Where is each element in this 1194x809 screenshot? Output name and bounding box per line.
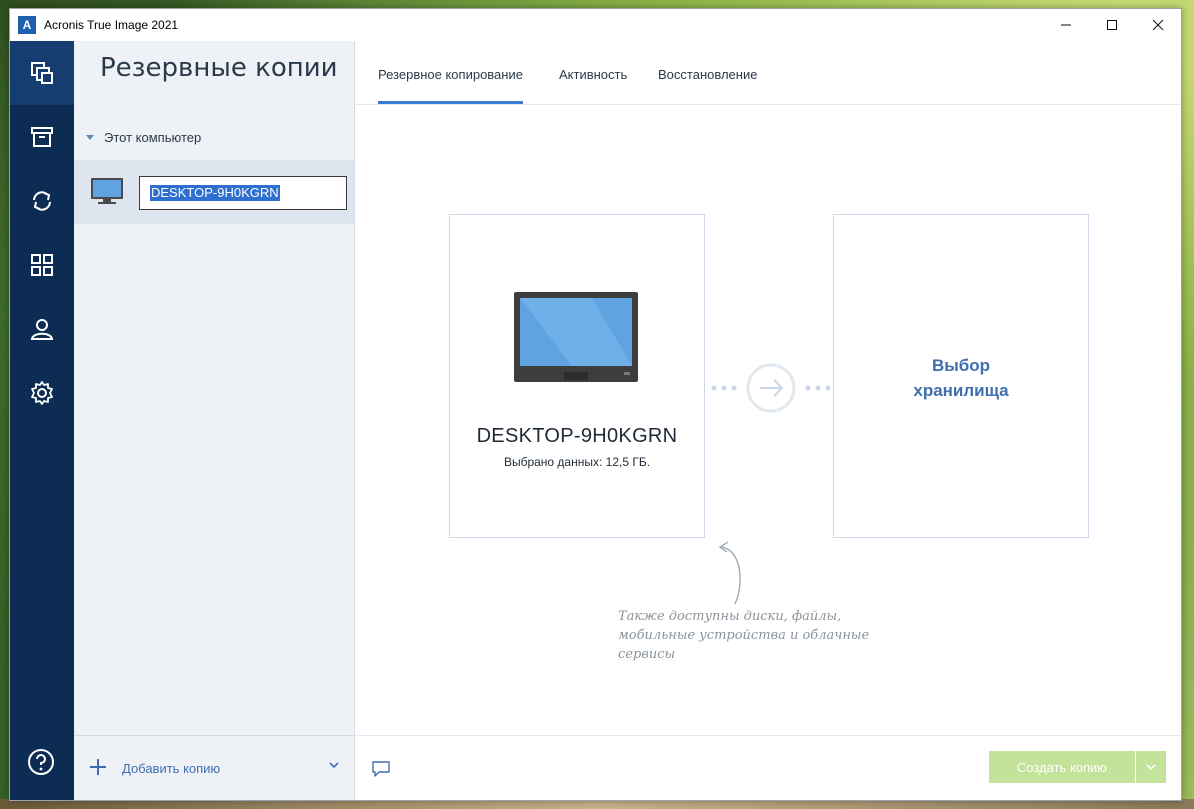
- tab-activity[interactable]: Активность: [559, 67, 627, 101]
- source-card[interactable]: DESKTOP-9H0KGRN Выбрано данных: 12,5 ГБ.: [449, 214, 705, 538]
- create-backup-dropdown[interactable]: [1136, 751, 1166, 783]
- help-button[interactable]: [26, 747, 56, 782]
- caret-down-icon: [86, 135, 94, 140]
- panel-title: Резервные копии: [100, 53, 338, 83]
- user-icon: [30, 319, 54, 340]
- add-backup-dropdown[interactable]: [328, 758, 340, 776]
- copies-icon: [31, 62, 53, 84]
- main-footer: Создать копию: [356, 735, 1181, 800]
- nav-settings[interactable]: [10, 361, 74, 425]
- nav-tools[interactable]: [10, 233, 74, 297]
- backup-name-selection: DESKTOP-9H0KGRN: [150, 185, 280, 201]
- backup-list-item[interactable]: DESKTOP-9H0KGRN: [74, 160, 354, 224]
- close-button[interactable]: [1135, 9, 1181, 41]
- panel-footer: Добавить копию: [74, 735, 354, 800]
- group-this-computer[interactable]: Этот компьютер: [86, 130, 201, 145]
- nav-account[interactable]: [10, 297, 74, 361]
- close-icon: [1152, 19, 1164, 31]
- app-logo-icon: A: [18, 16, 36, 34]
- app-window: A Acronis True Image 2021 Резервные копи…: [9, 8, 1182, 801]
- sync-icon: [33, 191, 51, 211]
- group-label: Этот компьютер: [104, 130, 202, 145]
- tab-bar: Резервное копирование Активность Восстан…: [356, 41, 1181, 105]
- maximize-icon: [1107, 20, 1117, 30]
- nav-rail: [10, 41, 74, 800]
- plus-icon: [90, 759, 106, 775]
- hint-text: Также доступны диски, файлы, мобильные у…: [618, 609, 870, 662]
- tab-recovery[interactable]: Восстановление: [658, 67, 757, 101]
- archive-icon: [31, 127, 53, 147]
- tab-backup[interactable]: Резервное копирование: [378, 67, 523, 104]
- grid-icon: [31, 254, 53, 276]
- monitor-icon: [514, 292, 638, 382]
- arrow-connector: [711, 363, 830, 413]
- destination-card[interactable]: Выбор хранилища: [833, 214, 1089, 538]
- destination-label: Выбор хранилища: [913, 356, 1009, 400]
- chevron-down-icon: [329, 762, 339, 769]
- add-backup-label[interactable]: Добавить копию: [122, 761, 220, 776]
- nav-archive[interactable]: [10, 105, 74, 169]
- window-controls: [1043, 9, 1181, 41]
- title-bar: A Acronis True Image 2021: [10, 9, 1181, 41]
- minimize-icon: [1061, 24, 1071, 26]
- maximize-button[interactable]: [1089, 9, 1135, 41]
- add-backup-button[interactable]: [90, 758, 106, 778]
- nav-backup[interactable]: [10, 41, 74, 105]
- chat-icon: [372, 761, 390, 777]
- chevron-down-icon: [1146, 764, 1156, 771]
- hint-arrow-icon: [718, 541, 741, 605]
- feedback-button[interactable]: [371, 760, 391, 783]
- minimize-button[interactable]: [1043, 9, 1089, 41]
- main-area: Резервное копирование Активность Восстан…: [356, 41, 1181, 800]
- nav-sync[interactable]: [10, 169, 74, 233]
- window-title: Acronis True Image 2021: [44, 18, 179, 32]
- computer-icon: [91, 178, 123, 204]
- backups-panel: Резервные копии Этот компьютер DESKTOP-9…: [74, 41, 355, 800]
- gear-icon: [31, 381, 53, 405]
- source-name: DESKTOP-9H0KGRN: [476, 425, 678, 447]
- create-backup-button[interactable]: Создать копию: [989, 751, 1135, 783]
- source-selected-size: Выбрано данных: 12,5 ГБ.: [503, 455, 651, 469]
- help-icon: [28, 749, 54, 775]
